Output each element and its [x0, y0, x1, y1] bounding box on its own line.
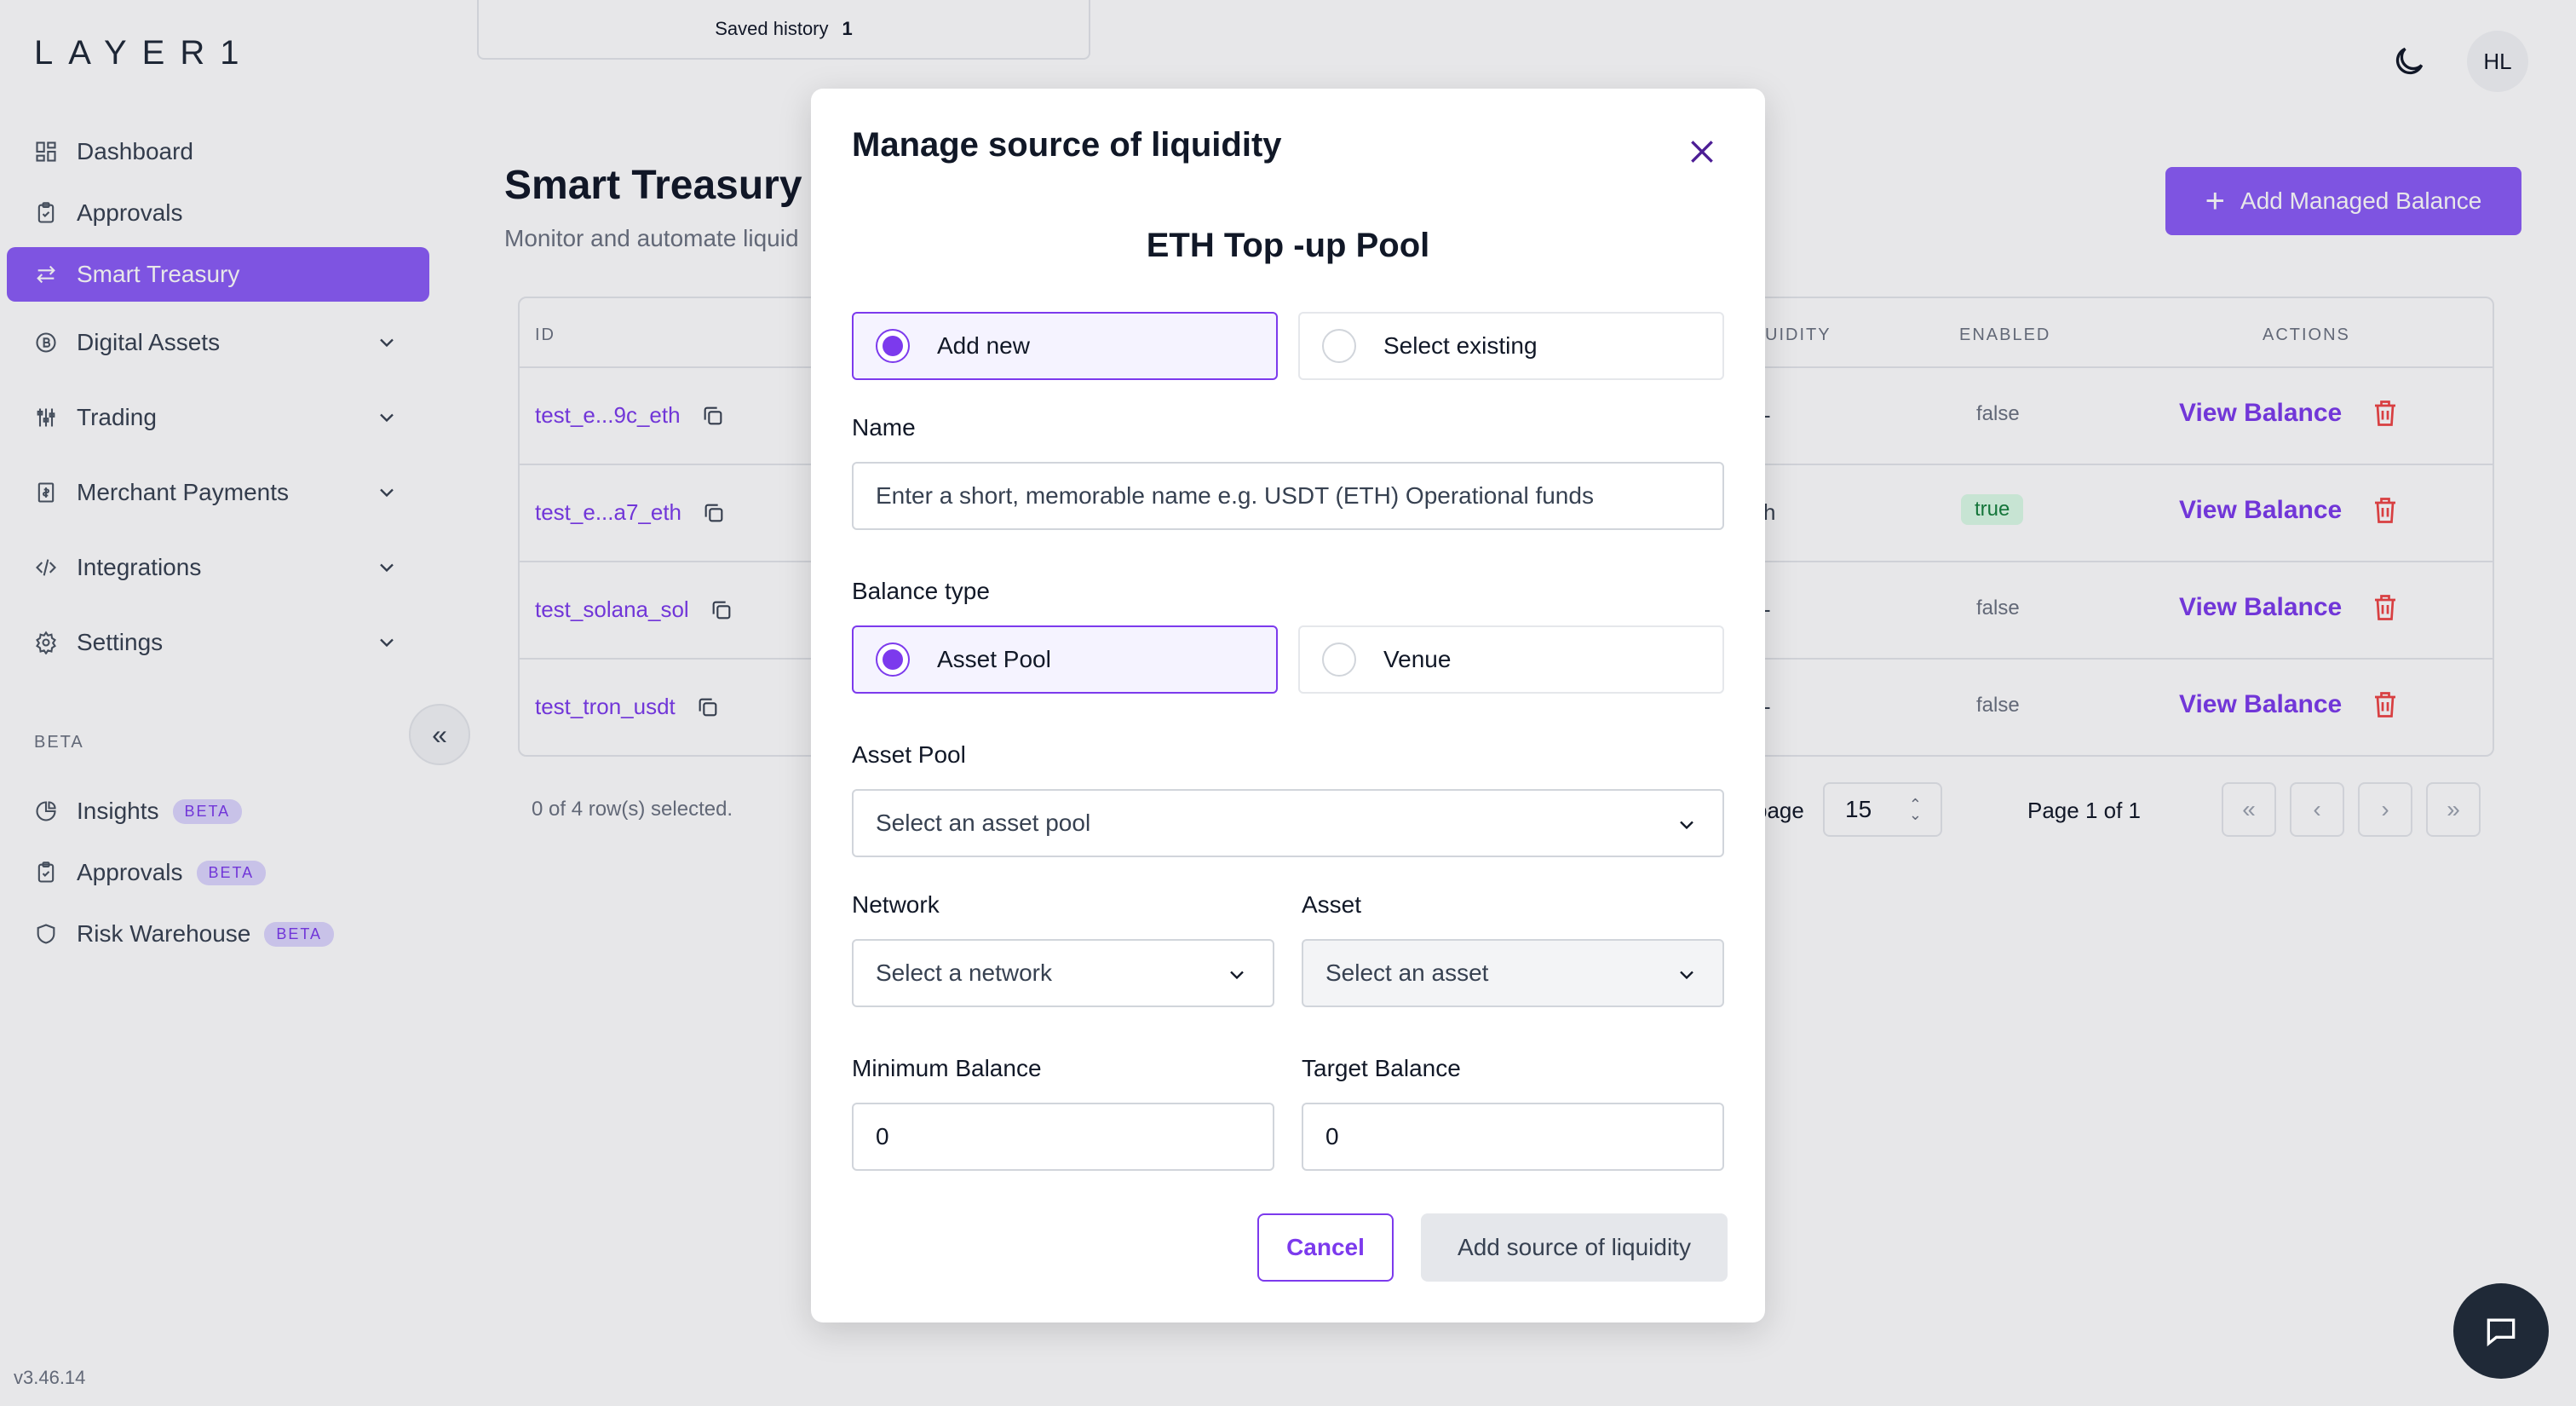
network-placeholder: Select a network	[876, 959, 1052, 986]
balance-type-venue-radio[interactable]: Venue	[1298, 625, 1724, 694]
asset-pool-placeholder: Select an asset pool	[876, 810, 1091, 836]
asset-label: Asset	[1302, 891, 1362, 918]
minimum-balance-input[interactable]	[852, 1103, 1274, 1171]
manage-liquidity-modal: Manage source of liquidity ETH Top -up P…	[811, 89, 1765, 1322]
close-icon[interactable]	[1685, 135, 1719, 169]
balance-type-asset-pool-radio[interactable]: Asset Pool	[852, 625, 1278, 694]
balance-type-label: Balance type	[852, 578, 990, 604]
asset-pool-option-label: Asset Pool	[937, 646, 1051, 672]
asset-select[interactable]: Select an asset	[1302, 939, 1724, 1007]
target-balance-label: Target Balance	[1302, 1055, 1461, 1081]
modal-subtitle: ETH Top -up Pool	[1146, 227, 1430, 264]
chevron-down-icon	[1680, 821, 1693, 830]
radio-indicator	[876, 329, 910, 363]
network-label: Network	[852, 891, 940, 918]
name-label: Name	[852, 414, 916, 441]
radio-indicator	[876, 642, 910, 677]
venue-option-label: Venue	[1383, 646, 1452, 672]
asset-pool-label: Asset Pool	[852, 741, 966, 768]
name-input[interactable]	[852, 462, 1724, 530]
chevron-down-icon	[1680, 971, 1693, 980]
app-root: LAYER1 Dashboard Approvals Smart Treasur…	[0, 0, 2576, 1406]
minimum-balance-label: Minimum Balance	[852, 1055, 1042, 1081]
radio-indicator	[1322, 642, 1356, 677]
mode-add-new-label: Add new	[937, 332, 1030, 359]
network-select[interactable]: Select a network	[852, 939, 1274, 1007]
chat-icon	[2487, 1318, 2516, 1347]
cancel-button[interactable]: Cancel	[1257, 1213, 1394, 1282]
mode-select-existing-radio[interactable]: Select existing	[1298, 312, 1724, 380]
radio-indicator	[1322, 329, 1356, 363]
modal-title: Manage source of liquidity	[852, 126, 1282, 164]
target-balance-input[interactable]	[1302, 1103, 1724, 1171]
chevron-down-icon	[1230, 971, 1244, 980]
mode-select-existing-label: Select existing	[1383, 332, 1538, 359]
asset-placeholder: Select an asset	[1325, 959, 1489, 986]
chat-button[interactable]	[2453, 1283, 2549, 1379]
add-source-of-liquidity-button[interactable]: Add source of liquidity	[1421, 1213, 1728, 1282]
asset-pool-select[interactable]: Select an asset pool	[852, 789, 1724, 857]
mode-add-new-radio[interactable]: Add new	[852, 312, 1278, 380]
